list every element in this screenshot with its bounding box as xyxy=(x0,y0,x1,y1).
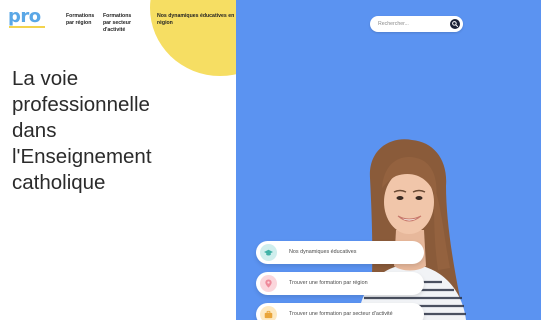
search-button[interactable] xyxy=(450,19,460,29)
logo[interactable]: pro xyxy=(8,8,41,26)
card-icon-circle xyxy=(260,275,277,292)
headline-line: l'Enseignement xyxy=(12,145,152,168)
map-pin-icon xyxy=(265,279,272,288)
card-icon-circle xyxy=(260,244,277,261)
card-label: Trouver une formation par région xyxy=(289,280,368,286)
card-label: Trouver une formation par secteur d'acti… xyxy=(289,311,393,317)
headline-line: dans xyxy=(12,119,57,142)
nav-dynamiques-educatives[interactable]: Nos dynamiques éducatives en région xyxy=(157,13,241,27)
headline-line: professionnelle xyxy=(12,93,150,116)
yellow-decoration xyxy=(150,0,236,76)
headline-line: La voie xyxy=(12,67,79,90)
graduation-cap-icon xyxy=(264,249,273,256)
logo-underline xyxy=(9,26,45,28)
card-formation-region[interactable]: Trouver une formation par région xyxy=(256,272,424,295)
headline-line: catholique xyxy=(12,171,106,194)
card-icon-circle xyxy=(260,306,277,320)
search-bar[interactable] xyxy=(370,16,463,32)
card-formation-secteur[interactable]: Trouver une formation par secteur d'acti… xyxy=(256,303,424,320)
card-nos-dynamiques[interactable]: Nos dynamiques éducatives xyxy=(256,241,424,264)
left-panel: pro Formations par région Formations par… xyxy=(0,0,236,320)
search-input[interactable] xyxy=(378,19,442,29)
hero-headline: La voie professionnelle dans l'Enseignem… xyxy=(12,66,232,196)
search-icon xyxy=(452,21,458,27)
briefcase-icon xyxy=(264,310,273,319)
nav-formations-par-secteur[interactable]: Formations par secteur d'activité xyxy=(103,13,133,34)
card-label: Nos dynamiques éducatives xyxy=(289,249,357,255)
nav-formations-par-region[interactable]: Formations par région xyxy=(66,13,98,27)
logo-text: pro xyxy=(8,6,41,27)
